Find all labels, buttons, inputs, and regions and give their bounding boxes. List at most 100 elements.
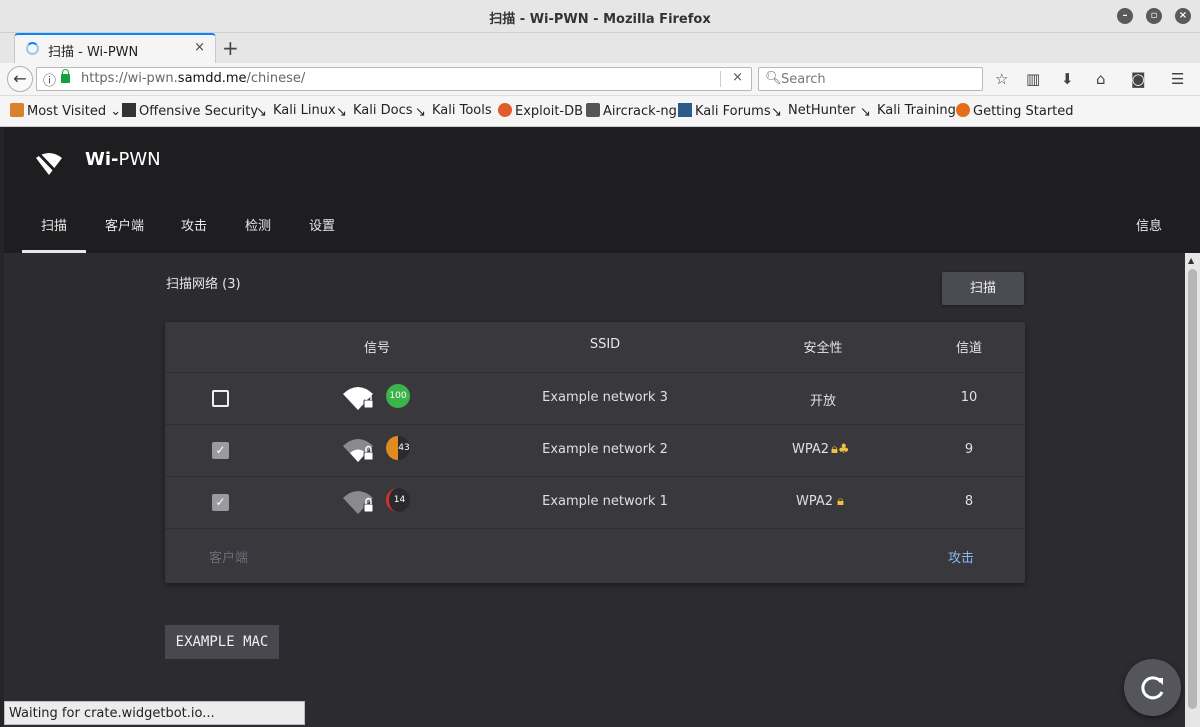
brand-rest: PWN — [118, 149, 161, 170]
search-icon: 🔍︎ — [765, 71, 782, 86]
col-channel: 信道 — [955, 341, 982, 356]
search-placeholder: Search — [781, 72, 826, 87]
back-button[interactable]: ← — [7, 66, 33, 92]
scroll-thumb[interactable] — [1188, 269, 1197, 709]
ssid-cell: Example network 2 — [542, 442, 668, 457]
row-checkbox-checked[interactable]: ✓ — [212, 494, 229, 511]
page-scrollbar[interactable]: ▲ — [1185, 253, 1200, 727]
kali-dragon-icon: ↘ — [336, 105, 347, 120]
wifi-signal-icon — [343, 387, 374, 410]
brand-title: Wi-PWN — [85, 149, 161, 170]
kali-dragon-icon: ↘ — [415, 105, 426, 120]
scan-button[interactable]: 扫描 — [942, 272, 1024, 305]
example-mac-box: EXAMPLE MAC — [165, 625, 279, 659]
nav-attack[interactable]: 攻击 — [181, 215, 207, 234]
kali-dragon-icon: ↘ — [771, 105, 782, 120]
security-cell: WPA2 — [795, 494, 833, 509]
kali-forums-icon — [678, 103, 692, 117]
tab-bar: 扫描 - Wi-PWN × + — [0, 33, 1200, 63]
scroll-up-icon[interactable]: ▲ — [1188, 256, 1194, 265]
url-divider — [720, 71, 721, 87]
window-titlebar: 扫描 - Wi-PWN - Mozilla Firefox – ▫ × — [0, 0, 1200, 33]
bookmark-kali-linux[interactable]: ↘ Kali Linux — [256, 103, 336, 120]
bookmark-label: Kali Forums — [695, 104, 771, 119]
tab-close-icon[interactable]: × — [194, 40, 205, 55]
app-header: Wi-PWN 扫描 客户端 攻击 检测 设置 信息 — [4, 127, 1200, 253]
downloads-icon[interactable]: ⬇ — [1061, 70, 1074, 88]
url-bar[interactable]: ⓘ https://wi-pwn.samdd.me/chinese/ × — [36, 67, 752, 91]
attack-link[interactable]: 攻击 — [948, 547, 974, 566]
bookmark-aircrack-ng[interactable]: Aircrack-ng — [586, 103, 677, 119]
status-bar: Waiting for crate.widgetbot.io... — [4, 701, 305, 725]
row-checkbox[interactable] — [212, 390, 229, 407]
maximize-icon[interactable]: ▫ — [1146, 8, 1162, 24]
refresh-fab-button[interactable] — [1124, 659, 1181, 716]
nav-detect[interactable]: 检测 — [245, 215, 271, 234]
bookmark-kali-training[interactable]: ↘ Kali Training — [860, 103, 956, 120]
networks-table: 信号 SSID 安全性 信道 100 Example network 3 开放 … — [165, 322, 1025, 583]
bookmark-label: Getting Started — [973, 104, 1074, 119]
bookmark-label: Kali Training — [877, 103, 956, 118]
nav-info[interactable]: 信息 — [1136, 215, 1162, 234]
library-icon[interactable]: ▥ — [1026, 70, 1040, 88]
close-window-icon[interactable]: × — [1175, 8, 1191, 24]
bookmark-offensive-security[interactable]: Offensive Security — [122, 103, 258, 119]
loading-spinner-icon — [26, 42, 39, 55]
folder-icon — [10, 103, 24, 117]
row-checkbox-checked[interactable]: ✓ — [212, 442, 229, 459]
bookmark-label: Most Visited — [27, 104, 107, 119]
tab-label: 扫描 - Wi-PWN — [48, 45, 139, 60]
refresh-icon — [1141, 676, 1164, 700]
table-row[interactable]: 100 Example network 3 开放 10 — [165, 372, 1025, 424]
search-input[interactable]: 🔍︎ Search — [758, 67, 983, 91]
channel-cell: 9 — [964, 442, 974, 457]
signal-strength-badge: 43 — [386, 436, 410, 460]
navigation-toolbar: ← ⓘ https://wi-pwn.samdd.me/chinese/ × 🔍… — [0, 63, 1200, 96]
col-signal: 信号 — [363, 341, 390, 356]
bookmark-kali-docs[interactable]: ↘ Kali Docs — [336, 103, 413, 120]
lock-and-wps-icon: 🔒︎♣ — [831, 442, 850, 457]
clients-link-disabled: 客户端 — [209, 551, 249, 566]
bookmark-getting-started[interactable]: Getting Started — [956, 103, 1074, 119]
nav-settings[interactable]: 设置 — [309, 215, 335, 234]
aircrack-icon — [586, 103, 600, 117]
url-path: /chinese/ — [246, 71, 306, 86]
table-divider — [165, 528, 1025, 529]
bookmark-exploit-db[interactable]: Exploit-DB — [498, 103, 583, 119]
new-tab-button[interactable]: + — [222, 36, 239, 60]
minimize-icon[interactable]: – — [1117, 8, 1133, 24]
security-cell: WPA2 — [791, 442, 829, 457]
url-text[interactable]: https://wi-pwn.samdd.me/chinese/ — [81, 71, 305, 86]
bookmark-label: Offensive Security — [139, 104, 259, 119]
url-domain: samdd.me — [177, 71, 247, 86]
channel-cell: 10 — [960, 390, 978, 405]
nav-clients[interactable]: 客户端 — [105, 215, 144, 234]
bookmark-label: Kali Tools — [432, 103, 492, 118]
tab-wi-pwn[interactable]: 扫描 - Wi-PWN × — [14, 33, 216, 63]
bookmark-star-icon[interactable]: ☆ — [995, 70, 1008, 88]
brand-bold: Wi- — [85, 149, 119, 170]
bookmark-label: Aircrack-ng — [603, 104, 677, 119]
security-cell: 开放 — [809, 394, 836, 409]
lock-icon: 🔒︎ — [837, 494, 844, 509]
offsec-icon — [122, 103, 136, 117]
firefox-icon — [956, 103, 970, 117]
bookmark-kali-forums[interactable]: Kali Forums — [678, 103, 771, 119]
table-row[interactable]: ✓ 43 Example network 2 WPA2 🔒︎♣ 9 — [165, 424, 1025, 476]
secure-lock-icon[interactable] — [61, 69, 70, 83]
home-icon[interactable]: ⌂ — [1096, 70, 1106, 88]
channel-cell: 8 — [964, 494, 974, 509]
nav-scan[interactable]: 扫描 — [41, 215, 67, 234]
url-prefix: https://wi-pwn. — [81, 71, 178, 86]
site-info-icon[interactable]: ⓘ — [43, 70, 56, 89]
wifi-off-logo-icon — [35, 150, 62, 178]
stop-loading-icon[interactable]: × — [732, 70, 743, 85]
table-row[interactable]: ✓ 14 Example network 1 WPA2 🔒︎ 8 — [165, 476, 1025, 528]
bookmark-kali-tools[interactable]: ↘ Kali Tools — [415, 103, 492, 120]
pocket-icon[interactable]: ◙ — [1131, 70, 1146, 88]
exploitdb-icon — [498, 103, 512, 117]
bookmark-most-visited[interactable]: Most Visited ⌄ — [10, 103, 121, 119]
menu-icon[interactable]: ☰ — [1171, 70, 1184, 88]
ssid-cell: Example network 3 — [542, 390, 668, 405]
bookmark-nethunter[interactable]: ↘ NetHunter — [771, 103, 856, 120]
